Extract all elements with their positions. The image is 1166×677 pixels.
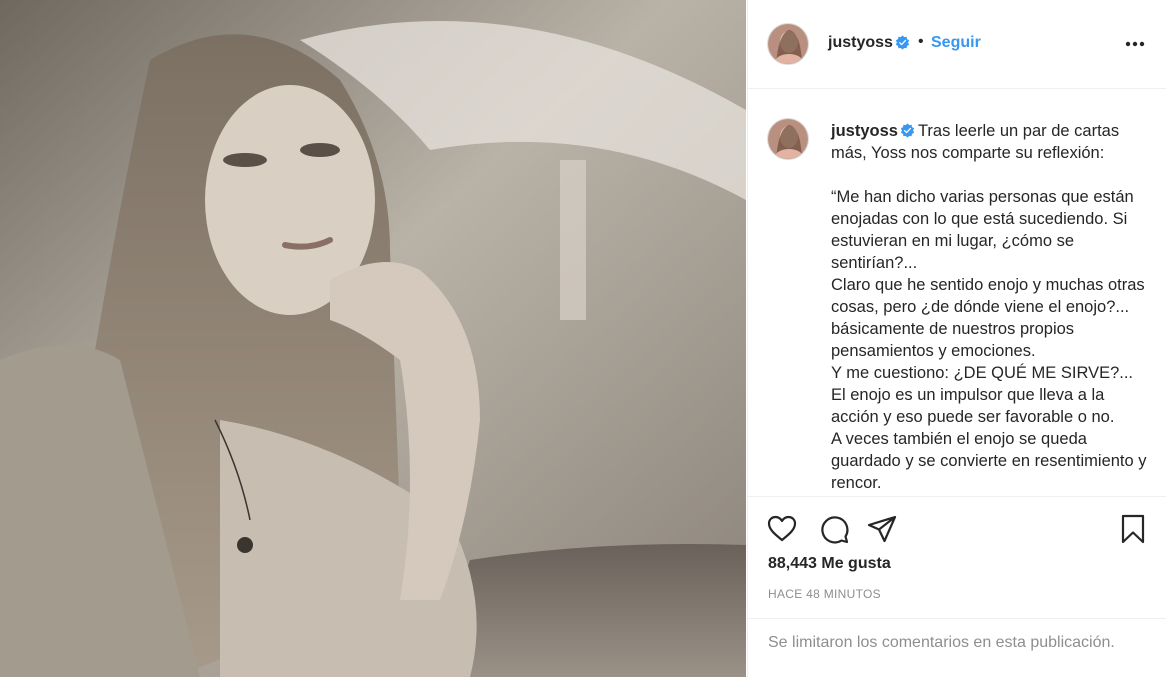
comments-limited-notice: Se limitaron los comentarios en esta pub… xyxy=(748,618,1166,677)
post-sidebar: justyoss • Seguir justyoss Tras leerle un… xyxy=(747,0,1166,677)
caption-avatar[interactable] xyxy=(767,118,809,160)
post-timestamp[interactable]: HACE 48 MINUTOS xyxy=(768,587,881,601)
bookmark-icon[interactable] xyxy=(1117,513,1149,545)
caption-username-link[interactable]: justyoss xyxy=(831,122,898,140)
separator-dot: • xyxy=(918,33,924,50)
comment-icon[interactable] xyxy=(818,513,850,545)
actions-section: 88,443 Me gusta HACE 48 MINUTOS Se limit… xyxy=(748,496,1166,677)
post-header: justyoss • Seguir xyxy=(748,0,1166,89)
verified-badge-icon xyxy=(900,123,915,138)
share-icon[interactable] xyxy=(866,513,898,545)
more-options-icon[interactable] xyxy=(1123,34,1147,54)
caption-section: justyoss Tras leerle un par de cartas más… xyxy=(748,90,1166,495)
avatar[interactable] xyxy=(767,23,809,65)
post-photo[interactable] xyxy=(0,0,746,677)
verified-badge-icon xyxy=(895,35,910,50)
likes-count[interactable]: 88,443 Me gusta xyxy=(768,555,891,573)
username-link[interactable]: justyoss xyxy=(828,34,893,52)
caption-body: Tras leerle un par de cartas más, Yoss n… xyxy=(831,122,1147,492)
follow-button[interactable]: Seguir xyxy=(931,34,981,52)
comments-limited-text: Se limitaron los comentarios en esta pub… xyxy=(768,634,1115,651)
heart-icon[interactable] xyxy=(766,513,798,545)
caption-text: justyoss Tras leerle un par de cartas más… xyxy=(831,120,1151,494)
portrait-image xyxy=(0,0,746,677)
